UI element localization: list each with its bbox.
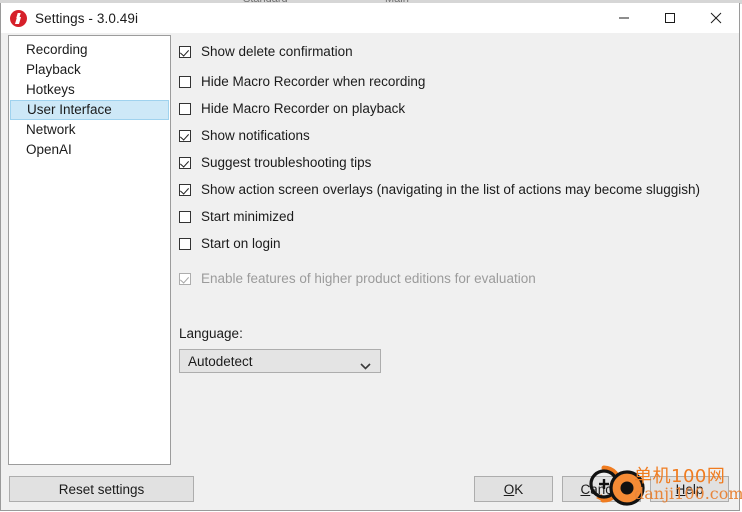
dialog-footer: Reset settings OK Cancel Help [1, 466, 739, 510]
option-show-action-screen-overlays[interactable]: Show action screen overlays (navigating … [179, 182, 700, 197]
sidebar-item-hotkeys[interactable]: Hotkeys [9, 80, 170, 100]
checkbox-icon[interactable] [179, 46, 191, 58]
settings-category-list[interactable]: Recording Playback Hotkeys User Interfac… [8, 35, 171, 465]
option-suggest-troubleshooting-tips[interactable]: Suggest troubleshooting tips [179, 155, 371, 170]
language-label: Language: [179, 326, 243, 341]
checkbox-icon[interactable] [179, 184, 191, 196]
ok-mnemonic: O [503, 481, 515, 497]
chevron-down-icon [360, 358, 371, 373]
cancel-mnemonic: C [580, 481, 591, 497]
checkbox-icon [179, 273, 191, 285]
ok-rest: K [514, 481, 524, 497]
option-label: Show delete confirmation [201, 44, 353, 59]
sidebar-item-openai[interactable]: OpenAI [9, 140, 170, 160]
sidebar-item-recording[interactable]: Recording [9, 40, 170, 60]
option-label: Hide Macro Recorder when recording [201, 74, 426, 89]
sidebar-item-network[interactable]: Network [9, 120, 170, 140]
checkbox-icon[interactable] [179, 157, 191, 169]
minimize-icon[interactable] [601, 3, 647, 33]
option-label: Suggest troubleshooting tips [201, 155, 372, 170]
help-button[interactable]: Help [650, 476, 729, 502]
cancel-button[interactable]: Cancel [562, 476, 641, 502]
checkbox-icon[interactable] [179, 103, 191, 115]
checkbox-icon[interactable] [179, 211, 191, 223]
option-hide-recorder-when-recording[interactable]: Hide Macro Recorder when recording [179, 74, 425, 89]
sidebar-item-playback[interactable]: Playback [9, 60, 170, 80]
option-enable-higher-edition-features: Enable features of higher product editio… [179, 271, 536, 286]
help-mnemonic: H [675, 481, 686, 497]
settings-dialog: Settings - 3.0.49i Recording Playback Ho… [0, 3, 740, 511]
cancel-rest: ancel [590, 481, 623, 497]
sidebar-item-user-interface[interactable]: User Interface [10, 100, 169, 120]
language-selected-value: Autodetect [188, 353, 253, 369]
option-show-delete-confirmation[interactable]: Show delete confirmation [179, 44, 353, 59]
title-bar: Settings - 3.0.49i [1, 3, 739, 33]
help-rest: elp [685, 481, 704, 497]
checkbox-icon[interactable] [179, 238, 191, 250]
ok-button[interactable]: OK [474, 476, 553, 502]
option-start-on-login[interactable]: Start on login [179, 236, 281, 251]
option-label: Show notifications [201, 128, 310, 143]
option-label: Enable features of higher product editio… [201, 271, 536, 286]
option-label: Start minimized [201, 209, 295, 224]
option-show-notifications[interactable]: Show notifications [179, 128, 310, 143]
lightning-bolt-icon [10, 9, 27, 27]
reset-settings-button[interactable]: Reset settings [9, 476, 194, 502]
option-label: Hide Macro Recorder on playback [201, 101, 406, 116]
close-icon[interactable] [693, 3, 739, 33]
checkbox-icon[interactable] [179, 76, 191, 88]
option-hide-recorder-on-playback[interactable]: Hide Macro Recorder on playback [179, 101, 405, 116]
option-start-minimized[interactable]: Start minimized [179, 209, 294, 224]
option-label: Show action screen overlays (navigating … [201, 182, 700, 197]
language-select[interactable]: Autodetect [179, 349, 381, 373]
user-interface-options-pane: Show delete confirmation Hide Macro Reco… [179, 33, 733, 510]
window-title: Settings - 3.0.49i [35, 10, 139, 26]
option-label: Start on login [201, 236, 281, 251]
maximize-icon[interactable] [647, 3, 693, 33]
window-controls [601, 3, 739, 33]
checkbox-icon[interactable] [179, 130, 191, 142]
dialog-body: Recording Playback Hotkeys User Interfac… [1, 33, 739, 510]
